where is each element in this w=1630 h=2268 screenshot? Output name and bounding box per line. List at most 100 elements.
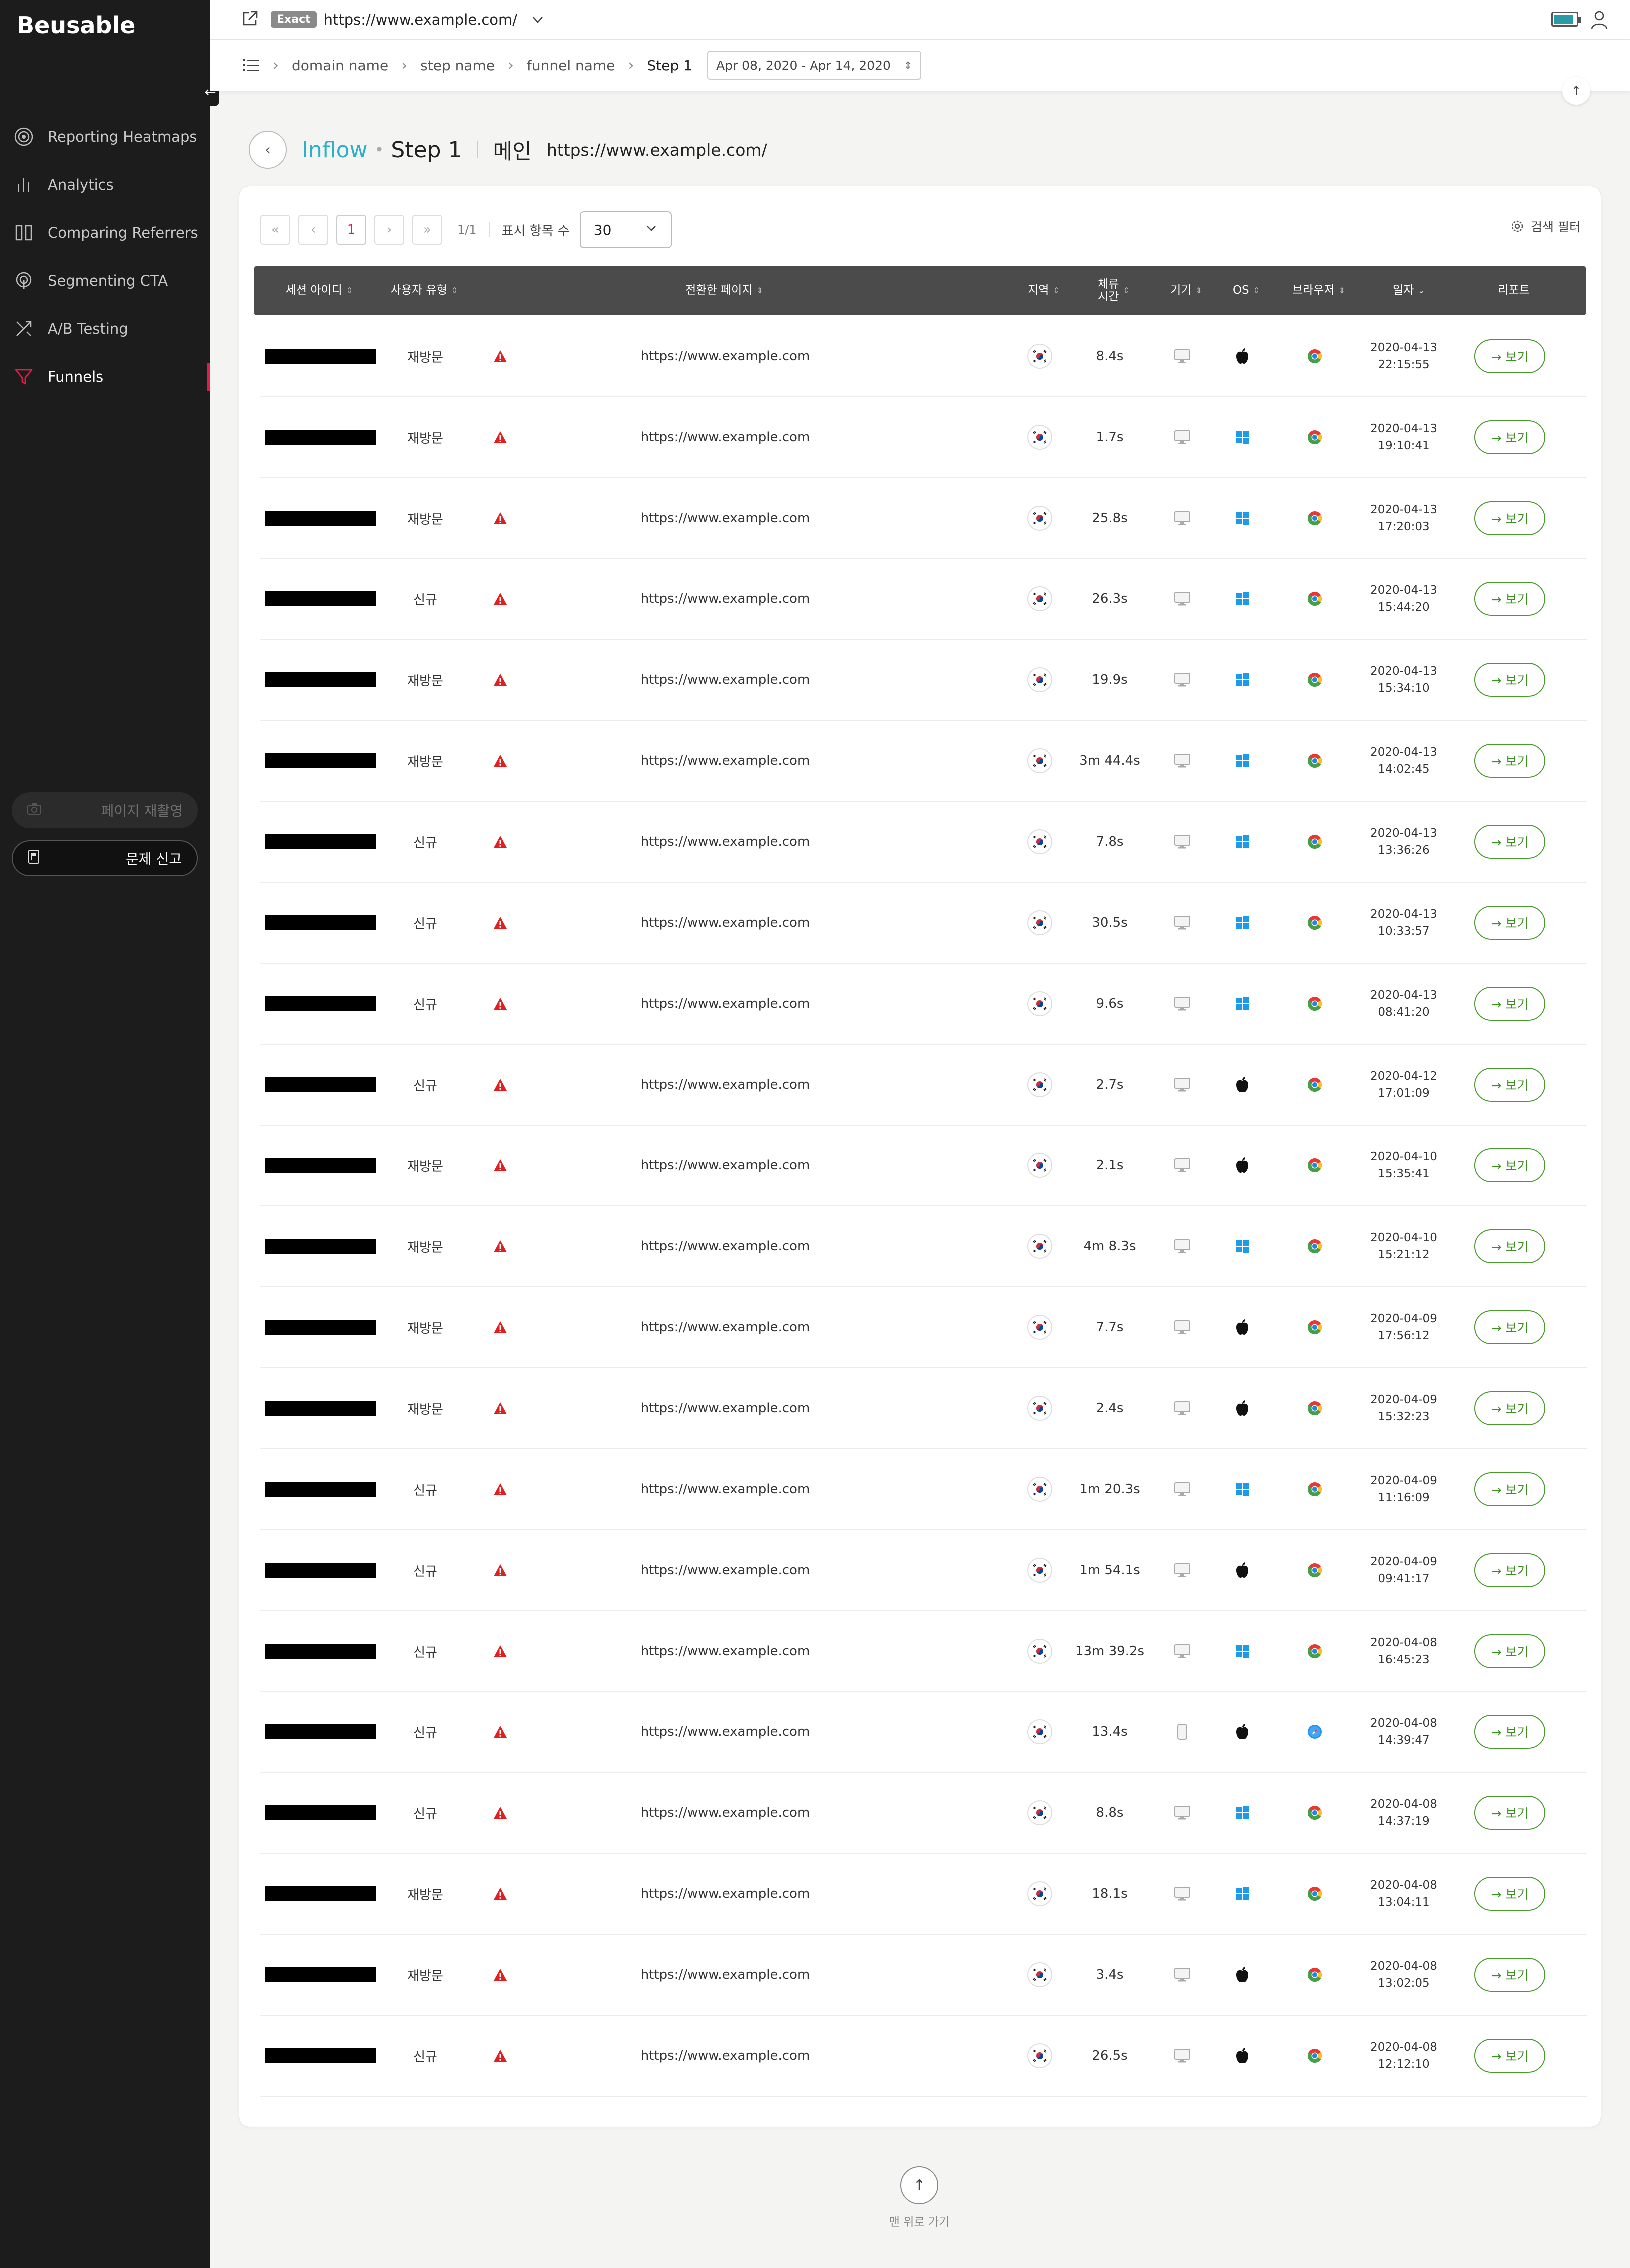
warning-icon <box>470 1692 530 1772</box>
duration-cell: 2.4s <box>1070 1368 1150 1448</box>
view-report-button[interactable]: → 보기 <box>1474 1148 1545 1182</box>
region-cell <box>1010 1045 1070 1125</box>
breadcrumb-step[interactable]: step name <box>420 57 495 74</box>
breadcrumb-funnel[interactable]: funnel name <box>527 57 615 74</box>
view-report-button[interactable]: → 보기 <box>1474 339 1545 373</box>
view-report-button[interactable]: → 보기 <box>1474 1958 1545 1992</box>
duration: 7.8s <box>1096 834 1124 849</box>
view-report-button[interactable]: → 보기 <box>1474 906 1545 940</box>
duration-cell: 13m 39.2s <box>1070 1611 1150 1691</box>
chrome-icon <box>1275 1449 1355 1529</box>
sidebar-item-funnels[interactable]: Funnels <box>0 353 210 401</box>
sidebar-nav: Reporting Heatmaps Analytics Comparing R… <box>0 113 210 401</box>
view-report-button[interactable]: → 보기 <box>1474 1068 1545 1102</box>
table-row: 신규 https://www.example.com 1m 20.3s 2020… <box>260 1449 1587 1530</box>
view-report-button[interactable]: → 보기 <box>1474 825 1545 859</box>
view-report-button[interactable]: → 보기 <box>1474 1553 1545 1587</box>
converted-page: https://www.example.com <box>640 915 810 930</box>
sidebar-item-label: Segmenting CTA <box>48 272 168 289</box>
date-range-select[interactable]: Apr 08, 2020 - Apr 14, 2020 ⇕ <box>707 51 921 80</box>
date-cell: 2020-04-10 15:21:12 <box>1359 1206 1449 1286</box>
view-report-button[interactable]: → 보기 <box>1474 1796 1545 1830</box>
view-report-button[interactable]: → 보기 <box>1474 420 1545 454</box>
session-id-cell <box>260 1854 380 1934</box>
col-date[interactable]: 일자 ⌄ <box>1369 266 1449 315</box>
view-report-button[interactable]: → 보기 <box>1474 744 1545 778</box>
scroll-up-button[interactable]: ↑ <box>1562 77 1590 105</box>
page-number-button[interactable]: 1 <box>336 215 366 245</box>
user-type: 재방문 <box>407 1159 443 1174</box>
last-page-button[interactable]: » <box>412 215 442 245</box>
col-session[interactable]: 세션 아이디 ⇕ <box>264 266 374 315</box>
apple-icon <box>1215 1530 1270 1610</box>
first-page-button[interactable]: « <box>260 215 290 245</box>
time: 15:32:23 <box>1378 1410 1430 1423</box>
report-cell: → 보기 <box>1450 1368 1570 1448</box>
sidebar-item-comparing-referrers[interactable]: Comparing Referrers <box>0 209 210 257</box>
app-logo[interactable]: Beusable <box>17 12 135 39</box>
korea-flag-icon <box>1027 1477 1052 1502</box>
sidebar-item-analytics[interactable]: Analytics <box>0 161 210 209</box>
session-id-cell <box>260 1611 380 1691</box>
sidebar-item-segmenting-cta[interactable]: Segmenting CTA <box>0 257 210 305</box>
view-report-button[interactable]: → 보기 <box>1474 663 1545 697</box>
time: 17:20:03 <box>1378 520 1430 533</box>
region-cell <box>1010 1126 1070 1205</box>
view-report-button[interactable]: → 보기 <box>1474 1715 1545 1749</box>
list-icon[interactable] <box>242 56 260 74</box>
view-report-button[interactable]: → 보기 <box>1474 987 1545 1021</box>
search-filter-button[interactable]: 검색 필터 <box>1510 217 1581 235</box>
warning-icon <box>470 2016 530 2096</box>
external-link-icon[interactable] <box>241 10 261 30</box>
apple-icon <box>1215 1126 1270 1205</box>
chevron-down-icon[interactable] <box>530 12 545 27</box>
view-report-button[interactable]: → 보기 <box>1474 1310 1545 1344</box>
view-report-button[interactable]: → 보기 <box>1474 582 1545 616</box>
sidebar-item-reporting-heatmaps[interactable]: Reporting Heatmaps <box>0 113 210 161</box>
time: 15:35:41 <box>1378 1167 1430 1180</box>
view-report-button[interactable]: → 보기 <box>1474 1391 1545 1425</box>
view-report-button[interactable]: → 보기 <box>1474 2039 1545 2073</box>
breadcrumb-domain[interactable]: domain name <box>292 57 388 74</box>
view-report-button[interactable]: → 보기 <box>1474 1634 1545 1668</box>
page-cell: https://www.example.com <box>605 1045 845 1125</box>
warning-icon <box>470 1854 530 1934</box>
arrow-up-icon: ↑ <box>913 2176 926 2194</box>
back-button[interactable]: ‹ <box>249 131 287 169</box>
col-browser[interactable]: 브라우저 ⇕ <box>1279 266 1359 315</box>
view-report-button[interactable]: → 보기 <box>1474 1229 1545 1263</box>
user-type-cell: 신규 <box>380 802 470 882</box>
duration-cell: 3m 44.4s <box>1070 721 1150 801</box>
prev-page-button[interactable]: ‹ <box>298 215 328 245</box>
time: 08:41:20 <box>1378 1006 1430 1019</box>
col-device[interactable]: 기기 ⇕ <box>1159 266 1214 315</box>
view-report-button[interactable]: → 보기 <box>1474 501 1545 535</box>
active-indicator <box>207 363 210 391</box>
col-user-type[interactable]: 사용자 유형 ⇕ <box>379 266 469 315</box>
table-row: 재방문 https://www.example.com 7.7s 2020-04… <box>260 1287 1587 1368</box>
date: 2020-04-10 <box>1370 1150 1437 1163</box>
report-cell: → 보기 <box>1450 1126 1570 1205</box>
col-region[interactable]: 지역 ⇕ <box>1014 266 1074 315</box>
windows-icon <box>1215 883 1270 963</box>
per-page-select[interactable]: 30 <box>579 211 672 248</box>
converted-page: https://www.example.com <box>640 996 810 1011</box>
page-cell: https://www.example.com <box>605 1611 845 1691</box>
col-os[interactable]: OS ⇕ <box>1219 266 1274 315</box>
next-page-button[interactable]: › <box>374 215 404 245</box>
view-report-button[interactable]: → 보기 <box>1474 1877 1545 1911</box>
col-duration[interactable]: 체류 시간 ⇕ <box>1074 266 1154 315</box>
col-page[interactable]: 전환한 페이지 ⇕ <box>649 266 799 315</box>
back-to-top-button[interactable]: ↑ <box>900 2166 938 2204</box>
sidebar-item-ab-testing[interactable]: A/B Testing <box>0 305 210 353</box>
view-report-button[interactable]: → 보기 <box>1474 1472 1545 1506</box>
report-issue-button[interactable]: 문제 신고 <box>12 840 198 876</box>
report-cell: → 보기 <box>1450 2016 1570 2096</box>
report-cell: → 보기 <box>1450 316 1570 396</box>
user-type-cell: 재방문 <box>380 1287 470 1367</box>
page-recapture-button[interactable]: 페이지 재촬영 <box>12 792 198 828</box>
current-url[interactable]: https://www.example.com/ <box>324 11 517 28</box>
user-icon[interactable] <box>1590 10 1608 30</box>
sort-icon: ⇕ <box>1195 286 1202 296</box>
redacted-session-id <box>265 672 376 687</box>
